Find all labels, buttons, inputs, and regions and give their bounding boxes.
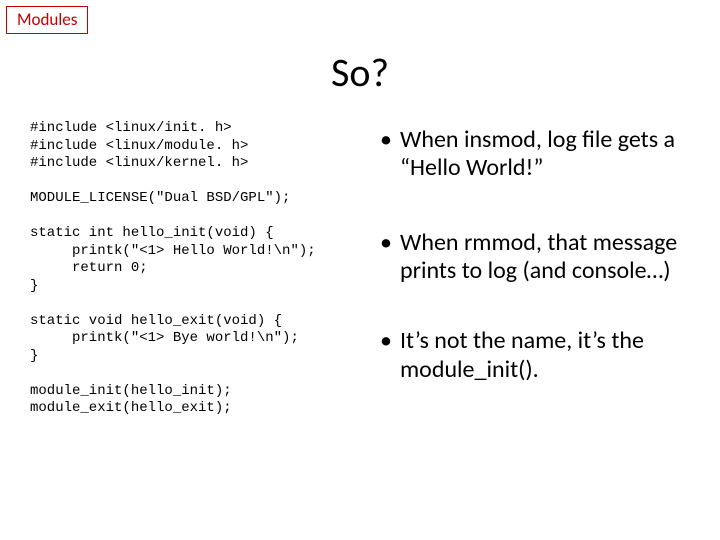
bullet-item: When insmod, log file gets a “Hello Worl… [380, 126, 690, 183]
bullet-list: When insmod, log file gets a “Hello Worl… [380, 126, 690, 384]
bullet-item: It’s not the name, it’s the module_init(… [380, 327, 690, 384]
code-column: #include <linux/init. h> #include <linux… [30, 120, 370, 422]
slide: Modules So? #include <linux/init. h> #in… [0, 0, 720, 540]
code-block: #include <linux/init. h> #include <linux… [30, 120, 370, 418]
bullet-item: When rmmod, that message prints to log (… [380, 229, 690, 286]
content-area: #include <linux/init. h> #include <linux… [30, 120, 690, 422]
bullet-column: When insmod, log file gets a “Hello Worl… [370, 120, 690, 422]
category-tag: Modules [6, 6, 88, 34]
slide-title: So? [0, 48, 720, 97]
